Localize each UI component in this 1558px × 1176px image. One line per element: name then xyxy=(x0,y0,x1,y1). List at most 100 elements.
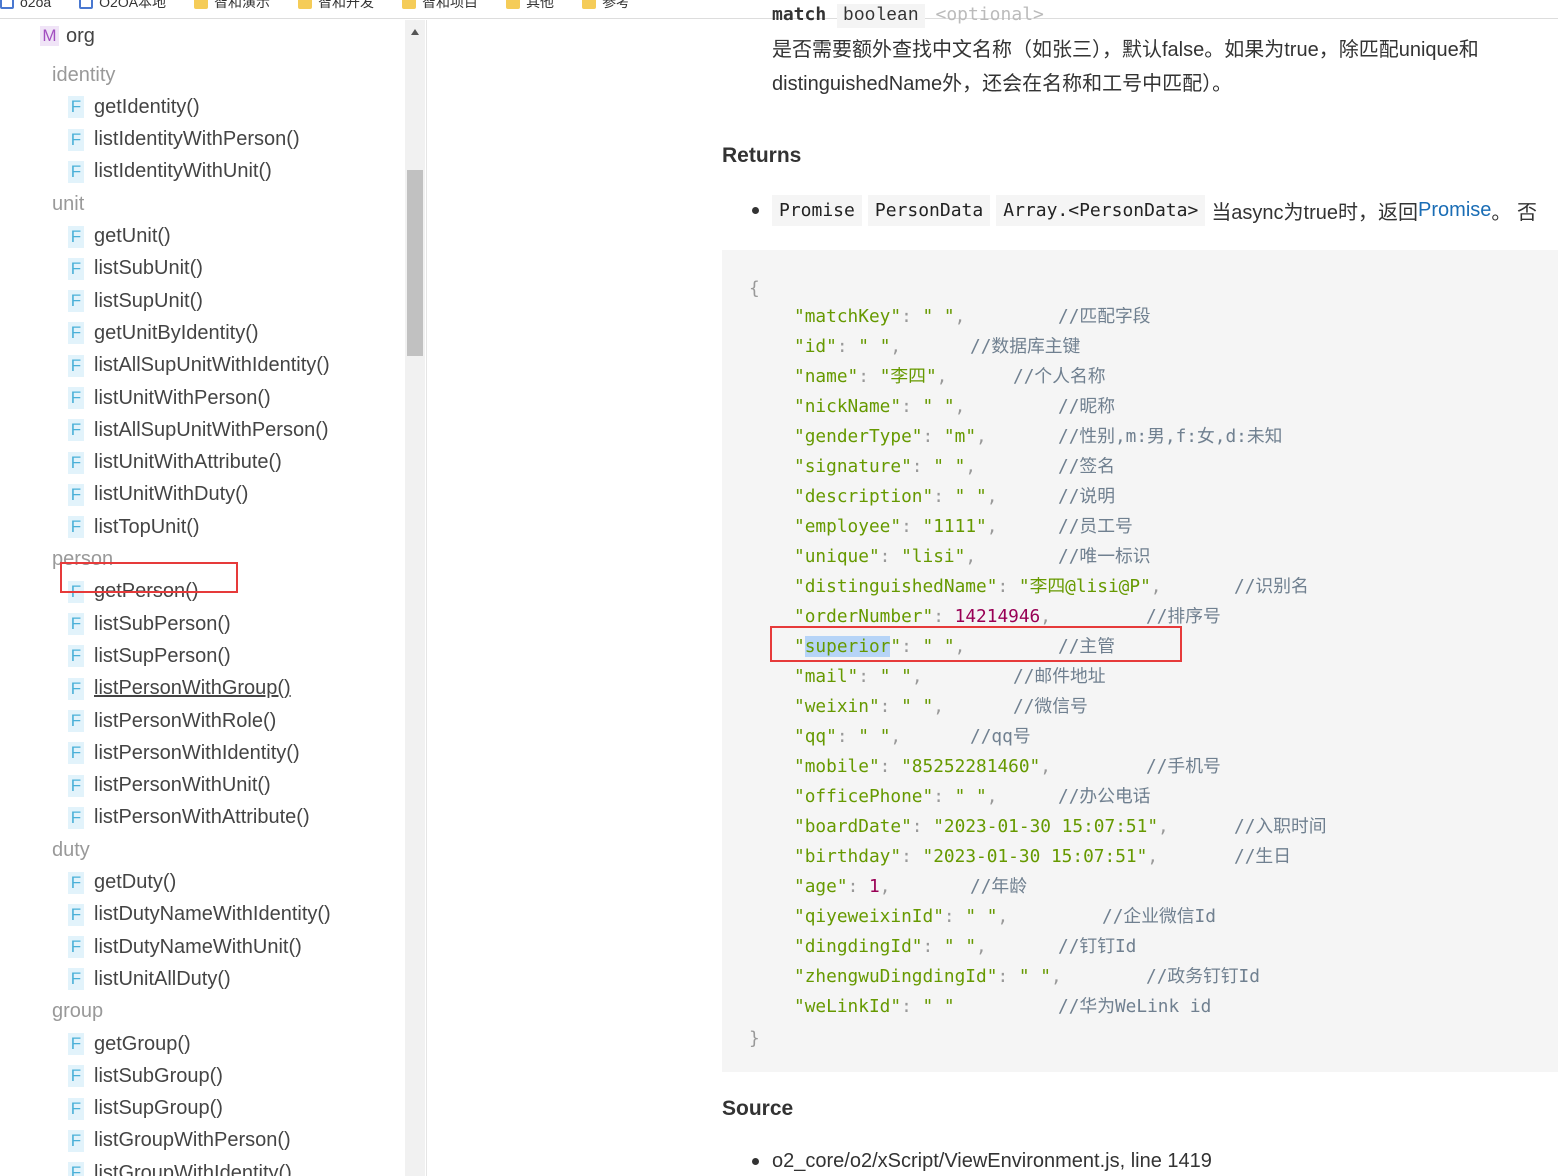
code-line: "mail": " ", xyxy=(794,665,923,689)
nav-function-item[interactable]: FlistGroupWithIdentity() xyxy=(68,1157,292,1176)
code-value: " " xyxy=(965,906,998,927)
colon: : xyxy=(858,366,880,387)
bookmark-label: O2OA本地 xyxy=(99,0,167,10)
nav-function-item[interactable]: FlistAllSupUnitWithIdentity() xyxy=(68,350,330,382)
code-key: boardDate xyxy=(804,816,902,837)
nav-function-item[interactable]: FlistUnitAllDuty() xyxy=(68,963,231,995)
colon: : xyxy=(901,846,923,867)
nav-group-header: group xyxy=(52,996,103,1028)
nav-label: listIdentityWithPerson() xyxy=(94,128,300,151)
bookmark-item[interactable]: 智和项目 xyxy=(402,0,478,12)
nav-function-item[interactable]: FlistUnitWithDuty() xyxy=(68,479,248,511)
nav-function-item[interactable]: FgetUnit() xyxy=(68,221,171,253)
divider xyxy=(426,20,427,1176)
nav-function-item[interactable]: FlistPersonWithAttribute() xyxy=(68,802,310,834)
code-line: "matchKey": " ", xyxy=(794,305,965,329)
code-line: "description": " ", xyxy=(794,485,997,509)
nav-label: listPersonWithRole() xyxy=(94,709,277,732)
comma: , xyxy=(1158,816,1169,837)
nav-function-item[interactable]: FlistPersonWithIdentity() xyxy=(68,737,300,769)
highlight-box xyxy=(60,561,238,593)
code-value: " " xyxy=(954,786,987,807)
nav-function-item[interactable]: FlistSupGroup() xyxy=(68,1093,223,1125)
colon: : xyxy=(922,936,944,957)
bookmark-item[interactable]: 其他 xyxy=(506,0,554,12)
function-icon: F xyxy=(68,613,84,636)
bookmark-item[interactable]: o2oa xyxy=(0,0,51,10)
function-icon: F xyxy=(68,451,84,474)
nav-label: listPersonWithAttribute() xyxy=(94,806,310,829)
quote: " xyxy=(826,336,837,357)
comma: , xyxy=(890,336,902,357)
quote: " xyxy=(890,996,902,1017)
bookmark-item[interactable]: 智和开发 xyxy=(298,0,374,12)
colon: : xyxy=(879,546,902,567)
module-org[interactable]: M org xyxy=(40,20,95,52)
nav-function-item[interactable]: FgetDuty() xyxy=(68,867,176,899)
nav-function-item[interactable]: FlistPersonWithUnit() xyxy=(68,770,271,802)
code-value: "李四@lisi@P" xyxy=(1018,576,1151,597)
function-icon: F xyxy=(68,1162,84,1176)
bookmark-item[interactable]: 参考 xyxy=(582,0,630,12)
colon: : xyxy=(836,726,859,747)
function-icon: F xyxy=(68,1065,84,1088)
comma: , xyxy=(954,306,966,327)
nav-function-item[interactable]: FlistIdentityWithPerson() xyxy=(68,124,300,156)
scroll-up-arrow-icon[interactable] xyxy=(411,29,419,35)
nav-label: listAllSupUnitWithPerson() xyxy=(94,418,329,441)
nav-function-item[interactable]: FlistSupPerson() xyxy=(68,640,231,672)
folder-icon xyxy=(298,0,313,9)
code-line: "id": " ", xyxy=(794,335,901,359)
returns-item: Promise PersonData Array.<PersonData> 当a… xyxy=(752,195,1537,226)
comma: , xyxy=(997,906,1009,927)
nav-function-item[interactable]: FlistPersonWithGroup() xyxy=(68,673,291,705)
comma: , xyxy=(879,876,891,897)
bookmark-item[interactable]: O2OA本地 xyxy=(79,0,166,12)
nav-group-header: unit xyxy=(52,188,84,220)
quote: " xyxy=(933,906,944,927)
page-icon xyxy=(0,0,14,9)
code-value: " " xyxy=(879,666,912,687)
scrollbar-thumb[interactable] xyxy=(407,170,423,356)
nav-function-item[interactable]: FlistUnitWithAttribute() xyxy=(68,447,282,479)
nav-function-item[interactable]: FlistDutyNameWithUnit() xyxy=(68,931,302,963)
nav-function-item[interactable]: FlistGroupWithPerson() xyxy=(68,1125,291,1157)
nav-label: getUnitByIdentity() xyxy=(94,321,259,344)
nav-function-item[interactable]: FlistTopUnit() xyxy=(68,511,200,543)
promise-link[interactable]: Promise xyxy=(1418,199,1491,222)
nav-function-item[interactable]: FlistDutyNameWithIdentity() xyxy=(68,899,331,931)
quote: " xyxy=(794,456,805,477)
folder-icon xyxy=(506,0,521,9)
function-icon: F xyxy=(68,257,84,280)
nav-function-item[interactable]: FlistSubPerson() xyxy=(68,608,231,640)
nav-function-item[interactable]: FgetUnitByIdentity() xyxy=(68,317,259,349)
code-value: 1 xyxy=(868,876,880,897)
nav-function-item[interactable]: FlistIdentityWithUnit() xyxy=(68,156,272,188)
quote: " xyxy=(794,816,805,837)
function-icon: F xyxy=(68,387,84,409)
quote: " xyxy=(826,726,837,747)
nav-function-item[interactable]: FlistSubGroup() xyxy=(68,1060,223,1092)
sidebar-nav: M org identity FgetIdentity() FlistIdentit… xyxy=(0,20,405,1176)
doc-content: match boolean <optional> 是否需要额外查找中文名称（如张… xyxy=(722,0,1558,1176)
nav-function-item[interactable]: FlistSupUnit() xyxy=(68,285,203,317)
function-icon: F xyxy=(68,1097,84,1120)
quote: " xyxy=(922,786,934,807)
source-link[interactable]: o2_core/o2/xScript/ViewEnvironment.js, l… xyxy=(772,1150,1212,1173)
nav-function-item[interactable]: FlistPersonWithRole() xyxy=(68,705,276,737)
code-comment: //生日 xyxy=(1234,846,1291,867)
nav-function-item[interactable]: FlistSubUnit() xyxy=(68,253,203,285)
bookmark-item[interactable]: 智和演示 xyxy=(194,0,270,12)
nav-function-item[interactable]: FgetIdentity() xyxy=(68,91,200,123)
colon: : xyxy=(901,396,923,417)
colon: : xyxy=(943,906,966,927)
nav-function-item[interactable]: FlistUnitWithPerson() xyxy=(68,382,271,414)
nav-function-item[interactable]: FgetGroup() xyxy=(68,1028,191,1060)
nav-label: identity xyxy=(52,63,116,86)
nav-function-item[interactable]: FlistAllSupUnitWithPerson() xyxy=(68,414,329,446)
sidebar-scrollbar[interactable] xyxy=(405,20,425,1176)
quote: " xyxy=(986,576,998,597)
returns-text: 当async为true时，返回 xyxy=(1211,202,1419,224)
function-icon: F xyxy=(68,290,84,313)
bullet-icon xyxy=(752,207,759,214)
